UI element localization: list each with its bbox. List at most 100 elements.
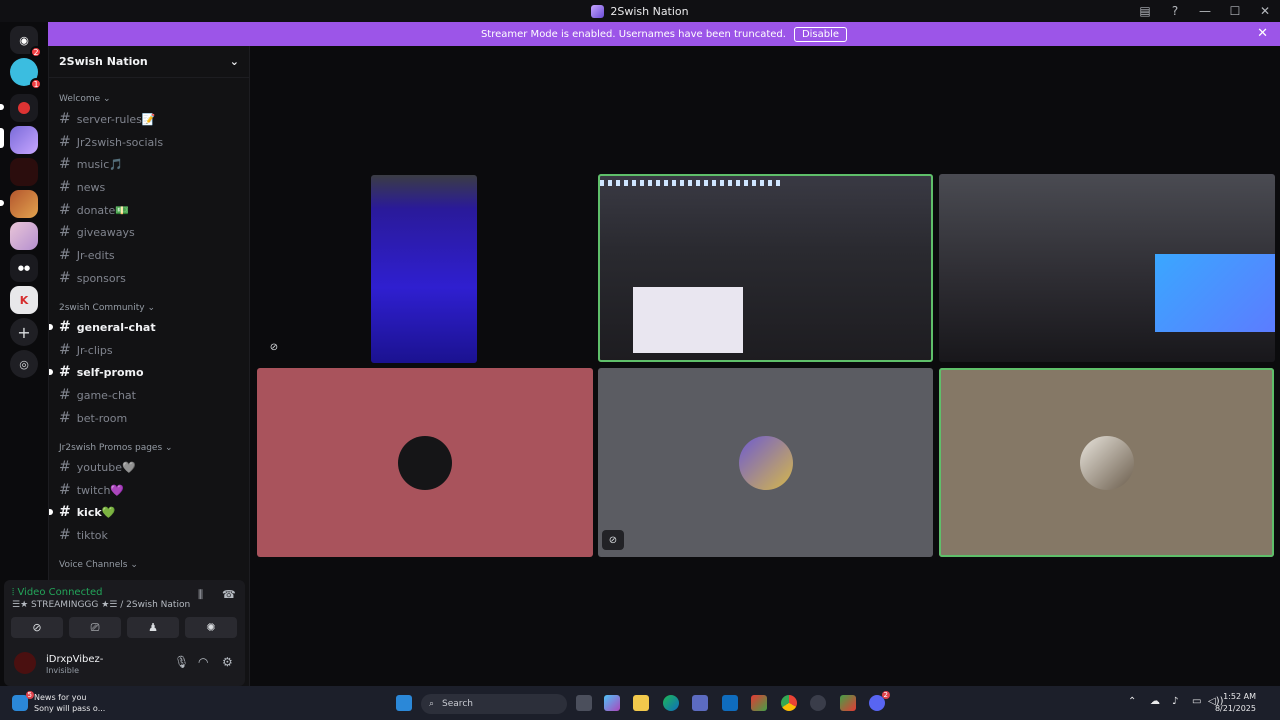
close-button[interactable]: ✕: [1250, 0, 1280, 22]
channel-sponsors[interactable]: # sponsors: [53, 268, 243, 288]
video-tile-avatar-grey[interactable]: ⊘: [598, 368, 933, 557]
hash-icon: #: [59, 482, 71, 498]
server-name: 2Swish Nation: [59, 55, 148, 68]
channel-bet-room[interactable]: # bet-room: [53, 408, 243, 428]
hash-icon: #: [59, 134, 71, 150]
channel-game-chat[interactable]: # game-chat: [53, 385, 243, 405]
server-icon-7[interactable]: [10, 222, 38, 250]
hash-icon: #: [59, 224, 71, 240]
network-icon[interactable]: ▭: [1192, 696, 1201, 707]
channel-twitch[interactable]: # twitch💜: [53, 480, 243, 500]
soundboard-button[interactable]: ✺: [185, 617, 237, 638]
screen-share-button[interactable]: ⎚: [69, 617, 121, 638]
windows-taskbar: 5 News for you Sony will pass o... ⌕ Sear…: [0, 686, 1280, 720]
chrome-icon[interactable]: [781, 695, 797, 711]
search-input[interactable]: ⌕ Search: [421, 694, 567, 714]
channel-self-promo[interactable]: # self-promo: [49, 362, 243, 382]
channel-tiktok[interactable]: # tiktok: [53, 525, 243, 545]
video-tile-avatar-red[interactable]: [257, 368, 593, 557]
category-welcome[interactable]: Welcome ⌄: [59, 94, 111, 104]
category-promos[interactable]: Jr2swish Promos pages ⌄: [59, 443, 173, 453]
avatar: [1079, 435, 1134, 490]
server-icon-9[interactable]: K: [10, 286, 38, 314]
channel-server-rules[interactable]: # server-rules📝: [53, 109, 243, 129]
channel-giveaways[interactable]: # giveaways: [53, 222, 243, 242]
window-controls: ▤ ? — ☐ ✕: [1130, 0, 1280, 22]
copilot-icon[interactable]: [604, 695, 620, 711]
discord-window: 2Swish Nation ▤ ? — ☐ ✕ ◉ 2 1 ●● K + ◎ S…: [0, 0, 1280, 720]
microphone-icon[interactable]: 🎙︎: [174, 655, 189, 669]
camera-off-button[interactable]: ⊘: [11, 617, 63, 638]
channel-music[interactable]: # music🎵: [53, 154, 243, 174]
tv-screen: [633, 287, 743, 353]
headphones-icon[interactable]: ◠: [198, 655, 208, 669]
store-icon[interactable]: [692, 695, 708, 711]
hash-icon: #: [59, 410, 71, 426]
channel-youtube[interactable]: # youtube🩶: [53, 457, 243, 477]
channel-jr2swish-socials[interactable]: # Jr2swish-socials: [53, 132, 243, 152]
channel-news[interactable]: # news: [53, 177, 243, 197]
noise-suppression-icon[interactable]: ⫼: [198, 588, 203, 602]
server-icon-3[interactable]: [10, 94, 38, 122]
channel-kick[interactable]: # kick💚: [49, 502, 243, 522]
category-community[interactable]: 2swish Community ⌄: [59, 303, 155, 313]
server-pill: [0, 200, 4, 206]
app-icon-2[interactable]: [840, 695, 856, 711]
username[interactable]: iDrxpVibez-: [46, 654, 103, 665]
server-icon-2[interactable]: 1: [10, 58, 42, 90]
led-strip: [600, 180, 780, 186]
server-icon-8[interactable]: ●●: [10, 254, 38, 282]
task-view-icon[interactable]: [576, 695, 592, 711]
server-icon-5[interactable]: [10, 158, 38, 186]
file-explorer-icon[interactable]: [633, 695, 649, 711]
video-tile-room[interactable]: [598, 174, 933, 362]
avatar[interactable]: [14, 652, 36, 674]
channel-jr-edits[interactable]: # Jr-edits: [53, 245, 243, 265]
category-voice[interactable]: Voice Channels ⌄: [59, 560, 138, 570]
explore-icon[interactable]: ◎: [10, 350, 38, 378]
channel-general-chat[interactable]: # general-chat: [49, 317, 243, 337]
server-icon: [591, 4, 605, 18]
help-icon[interactable]: ?: [1160, 0, 1190, 22]
hash-icon: #: [59, 156, 71, 172]
edge-icon[interactable]: [663, 695, 679, 711]
chevron-up-icon[interactable]: ⌃: [1128, 696, 1136, 707]
maximize-button[interactable]: ☐: [1220, 0, 1250, 22]
unread-indicator: [49, 369, 53, 375]
channel-jr-clips[interactable]: # Jr-clips: [53, 340, 243, 360]
video-tile-phone[interactable]: [371, 175, 477, 363]
server-icon-2swish-nation[interactable]: [10, 126, 38, 154]
clock[interactable]: 1:52 AM 8/21/2025: [1215, 691, 1256, 715]
outlook-icon[interactable]: [722, 695, 738, 711]
channel-donate[interactable]: # donate💵: [53, 200, 243, 220]
news-widget[interactable]: 5 News for you Sony will pass o...: [12, 691, 105, 714]
inbox-icon[interactable]: ▤: [1130, 0, 1160, 22]
unread-indicator: [49, 324, 53, 330]
video-tile-avatar-tan[interactable]: [939, 368, 1274, 557]
activity-button[interactable]: ♟: [127, 617, 179, 638]
disable-streamer-mode-button[interactable]: Disable: [793, 26, 848, 42]
server-icon-6[interactable]: [10, 190, 38, 218]
hash-icon: #: [59, 364, 71, 380]
search-icon: ⌕: [429, 699, 435, 709]
app-icon[interactable]: [810, 695, 826, 711]
voice-channel-name: ☰★ STREAMINGGG ★☰ / 2Swish Nation: [12, 600, 191, 610]
video-stage: ⊘ ⊘: [251, 46, 1280, 686]
start-icon[interactable]: [396, 695, 412, 711]
cloud-icon[interactable]: ☁: [1150, 696, 1160, 707]
microphone-icon[interactable]: ♪: [1172, 696, 1178, 707]
close-icon[interactable]: ✕: [1257, 26, 1268, 41]
gear-icon[interactable]: ⚙: [222, 655, 233, 669]
discord-logo-icon: ◉: [19, 33, 29, 47]
add-server-icon[interactable]: +: [10, 318, 38, 346]
video-tile-setup[interactable]: [939, 174, 1275, 362]
avatar: [398, 435, 452, 490]
hash-icon: #: [59, 504, 71, 520]
minimize-button[interactable]: —: [1190, 0, 1220, 22]
discord-icon[interactable]: 2: [869, 691, 890, 711]
disconnect-icon[interactable]: ☎: [222, 588, 236, 601]
direct-messages-button[interactable]: ◉ 2: [10, 26, 42, 58]
server-header[interactable]: 2Swish Nation ⌄: [49, 46, 249, 78]
microsoft-365-icon[interactable]: [751, 695, 767, 711]
title-bar: 2Swish Nation ▤ ? — ☐ ✕: [0, 0, 1280, 22]
